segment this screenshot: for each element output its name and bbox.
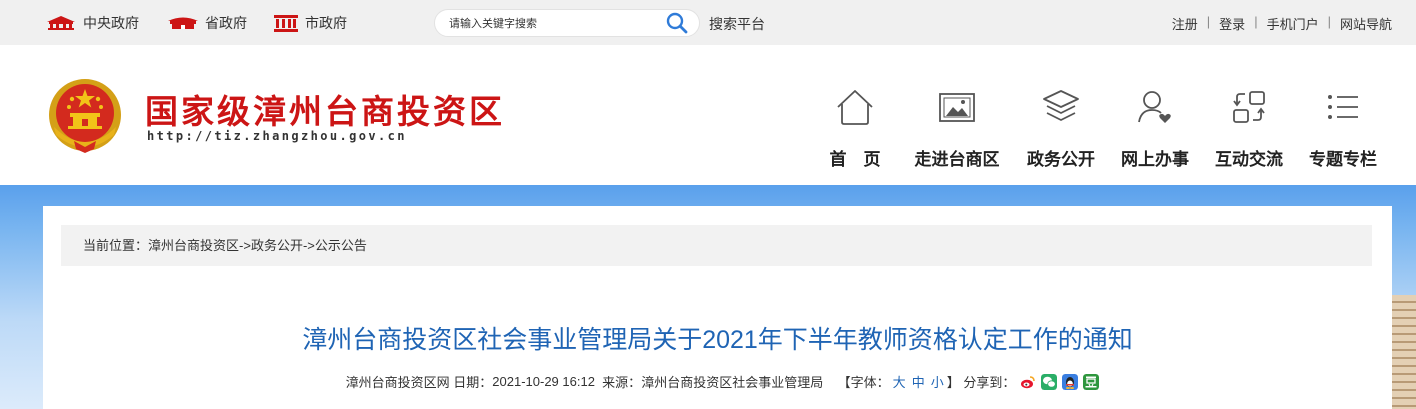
qq-icon[interactable] (1062, 373, 1079, 390)
national-emblem-icon[interactable] (44, 75, 126, 157)
exchange-icon (1233, 91, 1265, 123)
nav-home-label: 首 页 (829, 150, 881, 169)
separator: | (1327, 14, 1331, 29)
nav-online-services-label: 网上办事 (1121, 150, 1189, 169)
nav-government-affairs-label: 政务公开 (1027, 150, 1095, 169)
nav-enter-district-label: 走进台商区 (914, 150, 1000, 169)
nav-interaction[interactable]: 互动交流 (1204, 85, 1294, 170)
breadcrumb-item-district[interactable]: 漳州台商投资区 (148, 238, 239, 253)
separator: | (1206, 14, 1211, 29)
nav-online-services[interactable]: 网上办事 (1110, 85, 1200, 170)
article-title: 漳州台商投资区社会事业管理局关于2021年下半年教师资格认定工作的通知 (302, 326, 1133, 354)
search-input[interactable] (449, 15, 659, 33)
nav-enter-district[interactable]: 走进台商区 (912, 85, 1002, 170)
login-link[interactable]: 登录 (1219, 14, 1245, 33)
font-size-large[interactable]: 大 (893, 372, 906, 391)
central-government-icon (47, 16, 75, 30)
register-link[interactable]: 注册 (1172, 14, 1198, 33)
content-card: 当前位置：漳州台商投资区->政务公开->公示公告 漳州台商投资区社会事业管理局关… (43, 206, 1392, 409)
font-size-label-open: 【字体： (837, 375, 890, 390)
article-meta: 漳州台商投资区网 日期： 2021-10-29 16:12 来源： 漳州台商投资区社… (43, 372, 1392, 391)
article-source-label: 来源： (602, 375, 642, 390)
central-government-link[interactable]: 中央政府 (45, 12, 139, 34)
breadcrumb: 当前位置：漳州台商投资区->政务公开->公示公告 (61, 225, 1372, 266)
font-size-medium[interactable]: 中 (912, 372, 925, 391)
nav-special-topics[interactable]: 专题专栏 (1298, 85, 1388, 170)
search-box (434, 9, 700, 37)
city-government-link[interactable]: 市政府 (273, 12, 347, 34)
user-heart-icon (1138, 91, 1171, 123)
font-size-label-close: 】 (946, 375, 960, 390)
breadcrumb-item-announcements[interactable]: 公示公告 (315, 238, 367, 253)
douban-icon[interactable] (1083, 373, 1100, 390)
home-icon (837, 90, 873, 125)
provincial-government-label: 省政府 (205, 15, 247, 31)
city-government-label: 市政府 (305, 15, 347, 31)
search-icon[interactable] (665, 11, 689, 35)
city-government-icon (274, 15, 298, 32)
breadcrumb-separator: -> (239, 238, 251, 253)
site-url: http://tiz.zhangzhou.gov.cn (147, 129, 407, 143)
layers-icon (1043, 90, 1079, 121)
font-size-small[interactable]: 小 (931, 372, 944, 391)
site-title[interactable]: 国家级漳州台商投资区 (145, 85, 505, 133)
article-source: 漳州台商投资区社会事业管理局 (641, 375, 824, 390)
user-links: 注册 | 登录 | 手机门户 | 网站导航 (1172, 14, 1392, 33)
breadcrumb-item-government-affairs[interactable]: 政务公开 (251, 238, 303, 253)
share-label: 分享到： (963, 375, 1016, 390)
top-bar: 中央政府 省政府 市政府 搜索平台 注册 | 登录 | 手机门户 (0, 0, 1416, 45)
picture-icon (939, 93, 975, 122)
site-header: 国家级漳州台商投资区 http://tiz.zhangzhou.gov.cn 首… (0, 45, 1416, 185)
search-platform-link[interactable]: 搜索平台 (709, 14, 765, 34)
breadcrumb-prefix: 当前位置： (83, 238, 149, 253)
nav-home[interactable]: 首 页 (810, 85, 900, 170)
building-image (1392, 295, 1416, 409)
nav-special-topics-label: 专题专栏 (1309, 150, 1377, 169)
article-site: 漳州台商投资区网 (345, 375, 450, 390)
breadcrumb-separator: -> (302, 238, 315, 253)
separator: | (1254, 14, 1258, 29)
weibo-icon[interactable] (1020, 373, 1037, 390)
article-date: 2021-10-29 16:12 (492, 374, 595, 389)
nav-interaction-label: 互动交流 (1215, 150, 1283, 169)
list-icon (1328, 95, 1358, 119)
central-government-label: 中央政府 (83, 15, 139, 31)
provincial-government-link[interactable]: 省政府 (167, 12, 247, 34)
article-date-label: 日期： (453, 375, 493, 390)
wechat-icon[interactable] (1041, 373, 1058, 390)
nav-government-affairs[interactable]: 政务公开 (1016, 85, 1106, 170)
site-navigation-link[interactable]: 网站导航 (1340, 14, 1392, 33)
provincial-government-icon (168, 17, 198, 29)
mobile-portal-link[interactable]: 手机门户 (1267, 14, 1319, 33)
